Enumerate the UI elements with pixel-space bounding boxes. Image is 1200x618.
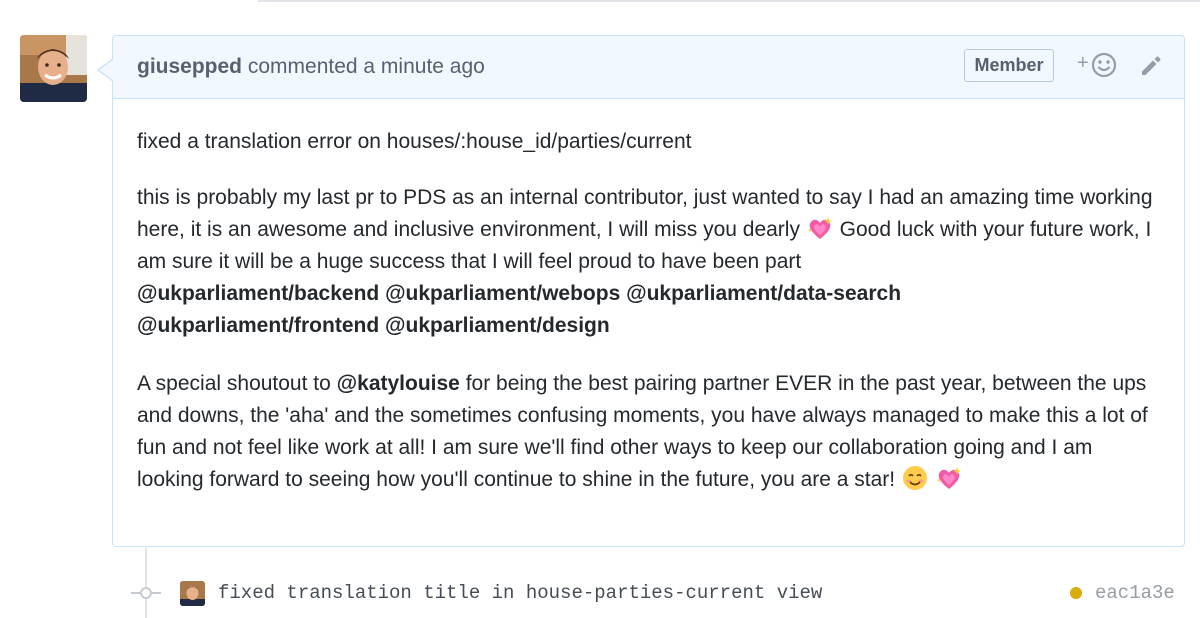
team-mention-webops[interactable]: @ukparliament/webops bbox=[385, 282, 620, 305]
sparkling-heart-icon bbox=[807, 217, 832, 239]
commit-author-avatar[interactable] bbox=[180, 581, 205, 606]
pencil-icon bbox=[1142, 56, 1161, 75]
team-mention-data-search[interactable]: @ukparliament/data-search bbox=[626, 282, 901, 305]
user-mention-katylouise[interactable]: @katylouise bbox=[337, 372, 460, 395]
team-mention-backend[interactable]: @ukparliament/backend bbox=[137, 282, 379, 305]
comment-action: commented bbox=[247, 55, 358, 78]
comment-paragraph: fixed a translation error on houses/:hou… bbox=[137, 130, 692, 153]
commit-sha-link[interactable]: eac1a3e bbox=[1095, 581, 1175, 605]
commit-status-pending-icon[interactable] bbox=[1070, 587, 1082, 599]
add-reaction-button[interactable]: + bbox=[1077, 51, 1121, 81]
comment-box: giusepped commented a minute ago Member … bbox=[97, 35, 1185, 547]
author-link[interactable]: giusepped bbox=[137, 55, 242, 78]
paragraph-text: A special shoutout to bbox=[137, 372, 331, 395]
smiley-icon bbox=[1091, 52, 1117, 78]
comment-paragraph: this is probably my last pr to PDS as an… bbox=[137, 182, 1157, 342]
commit-row: fixed translation title in house-parties… bbox=[0, 576, 1200, 610]
sparkling-heart-icon bbox=[936, 467, 961, 489]
plus-icon: + bbox=[1077, 52, 1089, 74]
commit-message-link[interactable]: fixed translation title in house-parties… bbox=[218, 581, 822, 605]
git-commit-icon bbox=[131, 587, 161, 599]
avatar-photo bbox=[180, 581, 205, 606]
smiling-face-icon bbox=[902, 466, 927, 490]
comment-timestamp[interactable]: a minute ago bbox=[363, 55, 484, 78]
avatar[interactable] bbox=[20, 35, 87, 102]
divider bbox=[258, 0, 1200, 2]
team-mention-frontend[interactable]: @ukparliament/frontend bbox=[137, 314, 379, 337]
comment-paragraph: A special shoutout to @katylouise for be… bbox=[137, 368, 1157, 496]
team-mention-design[interactable]: @ukparliament/design bbox=[385, 314, 610, 337]
member-badge: Member bbox=[964, 49, 1054, 82]
avatar-photo bbox=[20, 35, 87, 102]
comment-meta: giusepped commented a minute ago bbox=[137, 55, 485, 79]
comment-header: giusepped commented a minute ago Member … bbox=[113, 36, 1184, 99]
comment-caret-fill bbox=[99, 59, 114, 81]
timeline-page: giusepped commented a minute ago Member … bbox=[0, 0, 1200, 618]
edit-button[interactable] bbox=[1139, 54, 1163, 78]
